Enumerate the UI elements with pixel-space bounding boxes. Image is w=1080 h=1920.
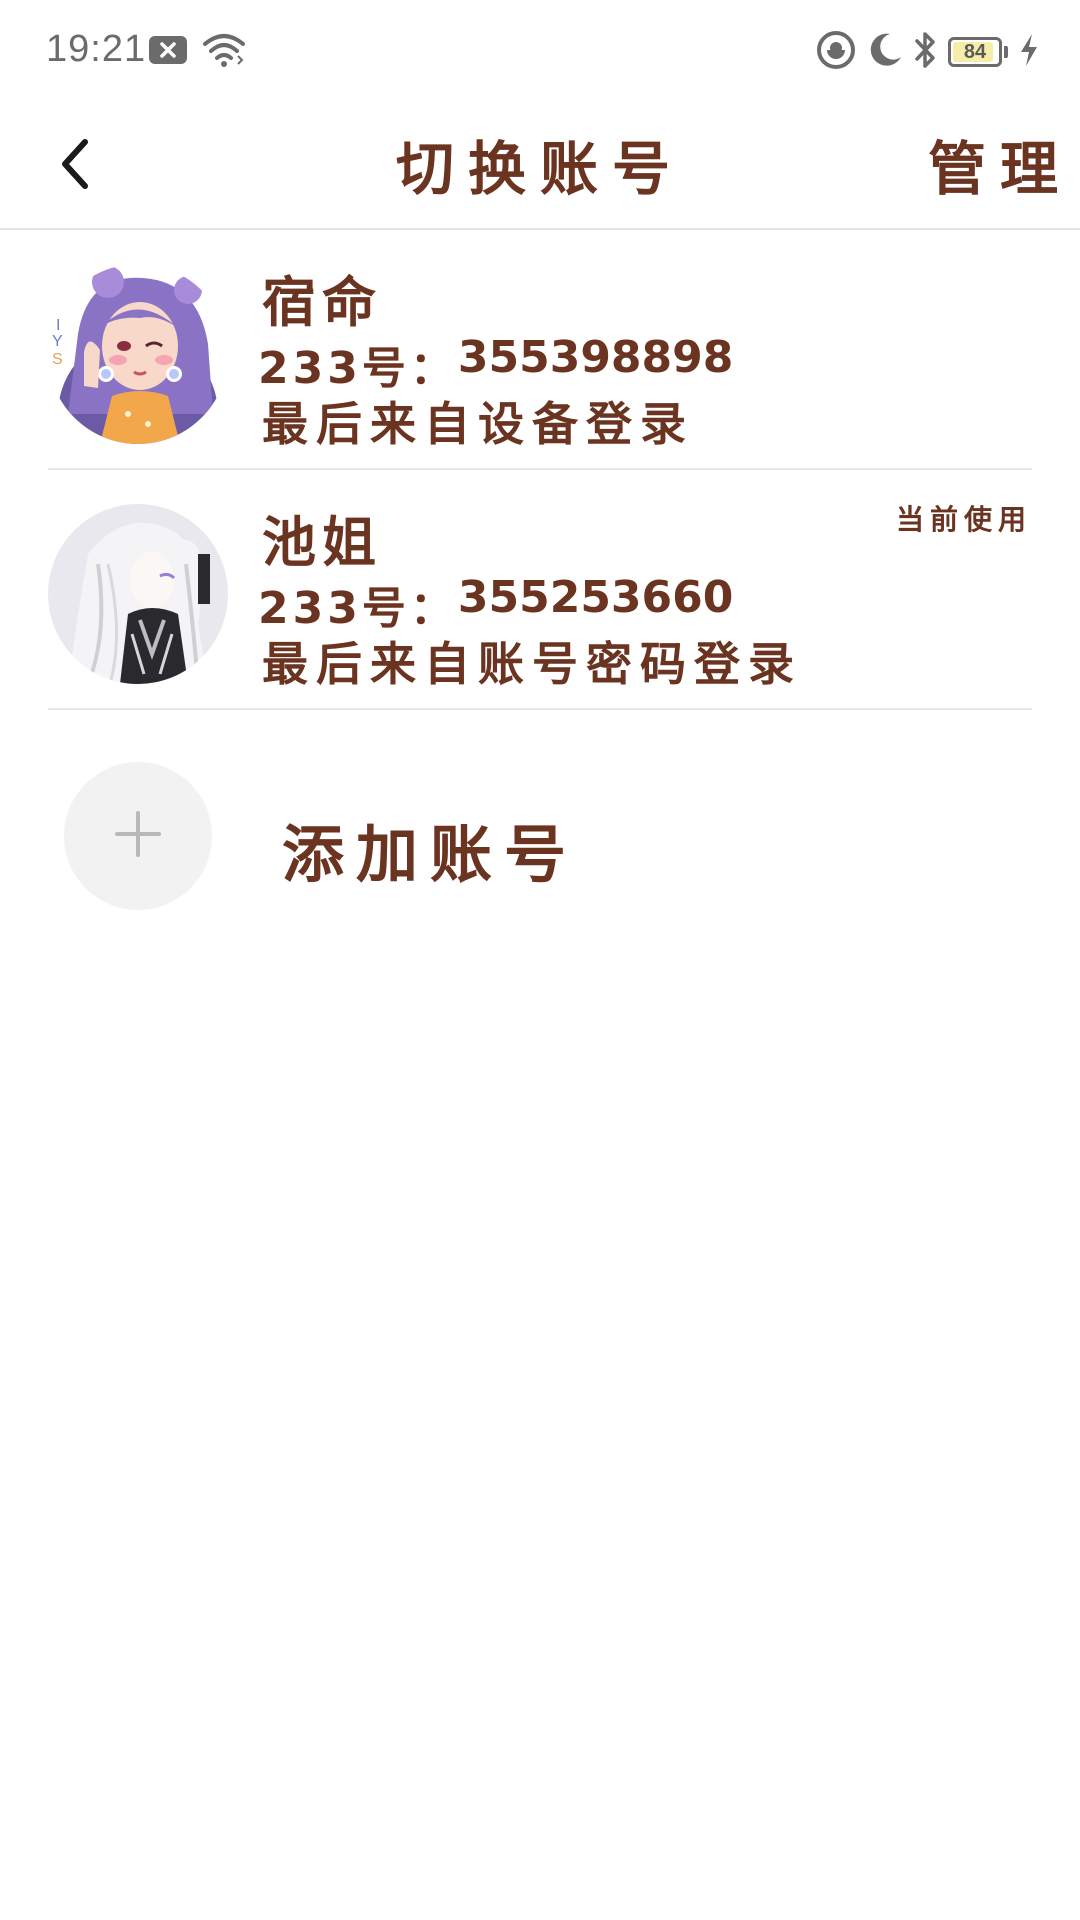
page-title: 切换账号 bbox=[395, 135, 684, 203]
account-id-label: 233号： bbox=[258, 343, 458, 394]
status-left-icons bbox=[148, 32, 246, 72]
add-account-label: 添加账号 bbox=[282, 818, 579, 891]
account-id: 233号： 355398898 bbox=[258, 332, 733, 396]
wifi-icon bbox=[202, 32, 246, 72]
account-id-label: 233号： bbox=[258, 583, 458, 634]
battery-icon: 84 bbox=[948, 37, 1002, 67]
account-id-value: 355253660 bbox=[457, 572, 734, 623]
manage-button[interactable]: 管理 bbox=[928, 122, 1072, 206]
avatar: I Y S bbox=[48, 264, 228, 444]
account-list: I Y S 宿命 233号： 355398898 最后来自设备登录 池姐 当前使… bbox=[0, 230, 1080, 710]
focus-mode-icon bbox=[816, 30, 856, 74]
svg-text:I: I bbox=[56, 317, 60, 334]
status-right-icons: 84 bbox=[816, 30, 1040, 74]
svg-text:Y: Y bbox=[52, 333, 63, 350]
status-time: 19:21 bbox=[46, 28, 147, 70]
status-bar: 19:21 84 bbox=[0, 0, 1080, 104]
avatar bbox=[48, 504, 228, 684]
account-name: 池姐 bbox=[262, 511, 382, 574]
account-name: 宿命 bbox=[262, 271, 382, 334]
divider bbox=[48, 708, 1032, 710]
current-account-badge: 当前使用 bbox=[895, 503, 1032, 536]
add-account-button[interactable]: 添加账号 bbox=[0, 732, 1080, 922]
battery-nub bbox=[1004, 46, 1008, 58]
plus-icon bbox=[113, 809, 163, 863]
bluetooth-icon bbox=[914, 30, 938, 74]
account-item[interactable]: 池姐 当前使用 233号： 355253660 最后来自账号密码登录 bbox=[0, 470, 1080, 710]
svg-text:S: S bbox=[52, 351, 63, 368]
account-login-source: 最后来自设备登录 bbox=[262, 397, 694, 451]
header: 切换账号 管理 bbox=[0, 104, 1080, 230]
add-account-circle bbox=[64, 762, 212, 910]
account-login-source: 最后来自账号密码登录 bbox=[262, 637, 802, 691]
account-id-value: 355398898 bbox=[457, 332, 734, 383]
notification-dismiss-icon bbox=[148, 35, 188, 69]
account-item[interactable]: I Y S 宿命 233号： 355398898 最后来自设备登录 bbox=[0, 230, 1080, 470]
battery-level: 84 bbox=[963, 40, 987, 63]
charging-bolt-icon bbox=[1018, 33, 1040, 71]
account-id: 233号： 355253660 bbox=[258, 572, 733, 636]
moon-icon bbox=[866, 31, 904, 73]
